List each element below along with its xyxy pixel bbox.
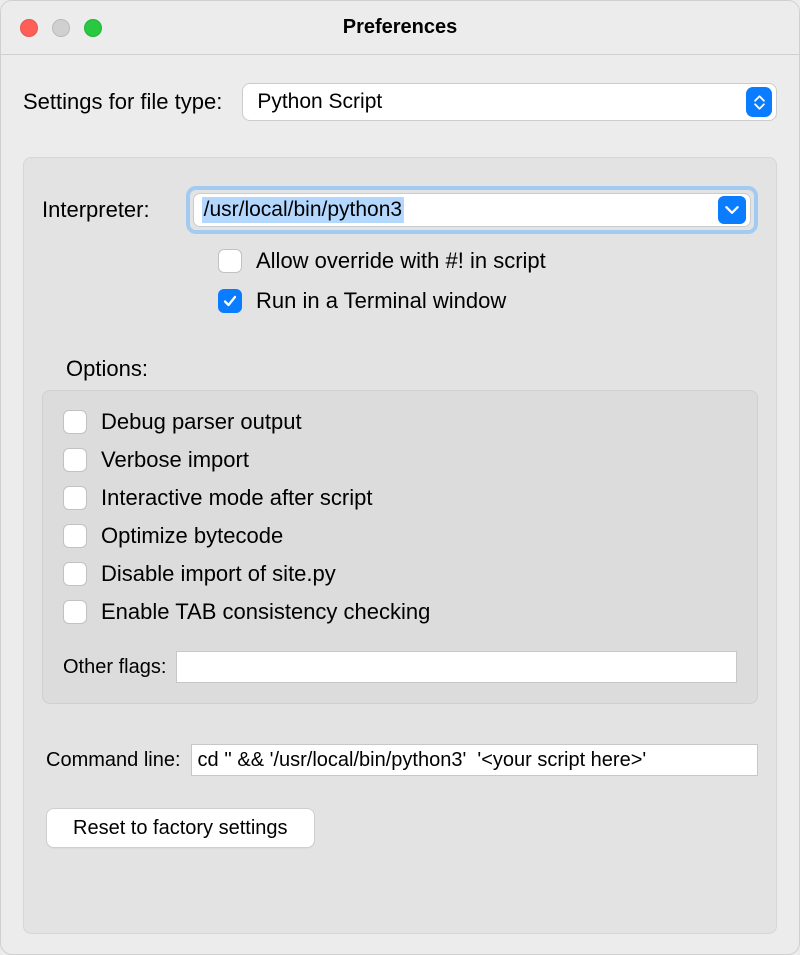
other-flags-label: Other flags:: [63, 656, 166, 679]
option-row-optimize-bytecode: Optimize bytecode: [63, 523, 737, 549]
other-flags-input[interactable]: [176, 651, 737, 683]
option-row-debug-parser: Debug parser output: [63, 409, 737, 435]
run-terminal-label: Run in a Terminal window: [256, 288, 506, 314]
titlebar: Preferences: [1, 1, 799, 55]
option-row-interactive-mode: Interactive mode after script: [63, 485, 737, 511]
command-line-input[interactable]: [191, 744, 758, 776]
interpreter-row: Interpreter: /usr/local/bin/python3: [42, 186, 758, 234]
other-flags-row: Other flags:: [63, 651, 737, 683]
traffic-lights: [1, 19, 102, 37]
option-label: Debug parser output: [101, 409, 302, 435]
option-row-verbose-import: Verbose import: [63, 447, 737, 473]
run-terminal-row: Run in a Terminal window: [218, 288, 758, 314]
interpreter-combo-focus-ring: /usr/local/bin/python3: [186, 186, 758, 234]
interpreter-value: /usr/local/bin/python3: [202, 197, 404, 223]
settings-panel: Interpreter: /usr/local/bin/python3 Allo…: [23, 157, 777, 934]
content-area: Settings for file type: Python Script In…: [1, 55, 799, 954]
reset-button[interactable]: Reset to factory settings: [46, 808, 315, 848]
option-checkbox-interactive-mode[interactable]: [63, 486, 87, 510]
window-title: Preferences: [1, 16, 799, 39]
allow-override-label: Allow override with #! in script: [256, 248, 546, 274]
option-checkbox-debug-parser[interactable]: [63, 410, 87, 434]
interpreter-label: Interpreter:: [42, 197, 150, 223]
file-type-popup[interactable]: Python Script: [242, 83, 777, 121]
options-label: Options:: [66, 356, 758, 382]
option-label: Verbose import: [101, 447, 249, 473]
option-label: Enable TAB consistency checking: [101, 599, 430, 625]
chevron-down-icon: [718, 196, 746, 224]
allow-override-checkbox[interactable]: [218, 249, 242, 273]
option-row-disable-site: Disable import of site.py: [63, 561, 737, 587]
option-label: Interactive mode after script: [101, 485, 372, 511]
option-label: Disable import of site.py: [101, 561, 336, 587]
file-type-row: Settings for file type: Python Script: [23, 83, 777, 121]
file-type-value: Python Script: [257, 90, 382, 114]
command-line-label: Command line:: [46, 749, 181, 772]
option-checkbox-verbose-import[interactable]: [63, 448, 87, 472]
run-terminal-checkbox[interactable]: [218, 289, 242, 313]
close-window-button[interactable]: [20, 19, 38, 37]
updown-arrows-icon: [746, 87, 772, 117]
file-type-label: Settings for file type:: [23, 89, 222, 115]
allow-override-row: Allow override with #! in script: [218, 248, 758, 274]
option-checkbox-tab-consistency[interactable]: [63, 600, 87, 624]
reset-row: Reset to factory settings: [46, 808, 758, 848]
option-row-tab-consistency: Enable TAB consistency checking: [63, 599, 737, 625]
interpreter-combo[interactable]: /usr/local/bin/python3: [193, 193, 751, 227]
preferences-window: Preferences Settings for file type: Pyth…: [0, 0, 800, 955]
option-label: Optimize bytecode: [101, 523, 283, 549]
minimize-window-button: [52, 19, 70, 37]
zoom-window-button[interactable]: [84, 19, 102, 37]
option-checkbox-optimize-bytecode[interactable]: [63, 524, 87, 548]
command-line-row: Command line:: [46, 744, 758, 776]
option-checkbox-disable-site[interactable]: [63, 562, 87, 586]
options-box: Debug parser output Verbose import Inter…: [42, 390, 758, 704]
